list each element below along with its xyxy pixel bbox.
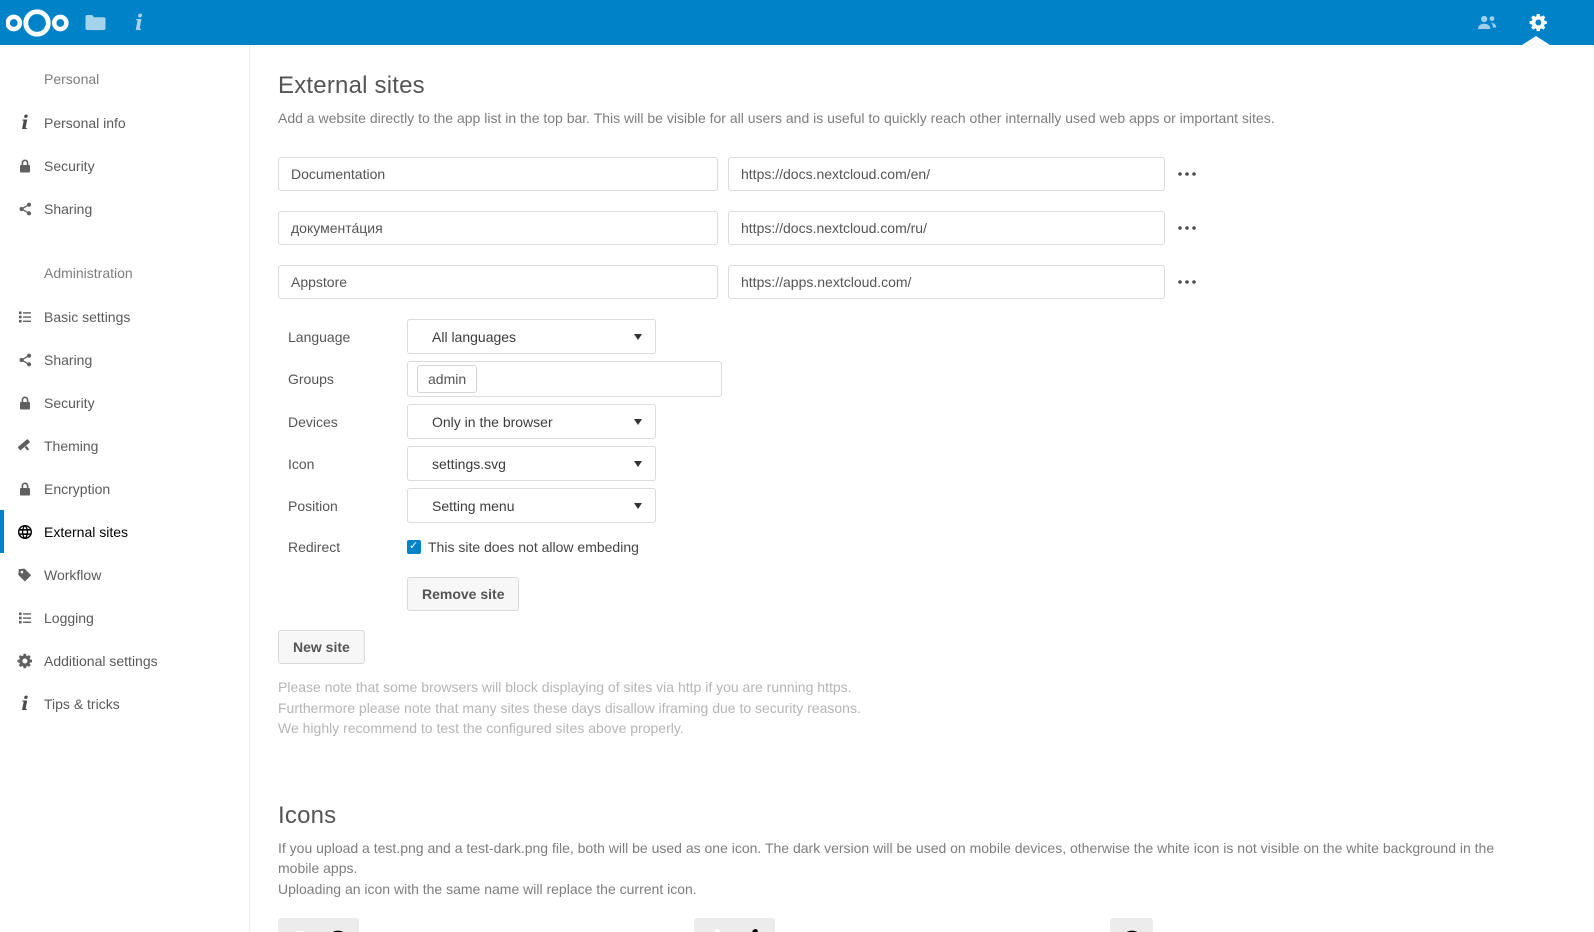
sidebar-item[interactable]: Additional settings	[0, 639, 249, 682]
external-site-info-app-icon[interactable]: i	[124, 0, 154, 45]
sidebar-item[interactable]: Encryption	[0, 467, 249, 510]
site-more-button[interactable]	[1176, 166, 1198, 182]
globe-icon	[286, 928, 313, 932]
site-more-button[interactable]	[1176, 220, 1198, 236]
position-select[interactable]: Setting menu	[407, 488, 656, 523]
redirect-checkbox-label: This site does not allow embeding	[428, 539, 639, 555]
icon-preview-box: i i	[694, 918, 775, 932]
chevron-down-icon	[634, 503, 642, 509]
sidebar-item[interactable]: External sites	[0, 510, 249, 553]
icons-section: Icons If you upload a test.png and a tes…	[278, 802, 1554, 932]
sidebar-item[interactable]: i Personal info	[0, 101, 249, 144]
info-icon: i	[16, 114, 34, 132]
contacts-menu-icon[interactable]	[1477, 15, 1498, 30]
sidebar-item[interactable]: i Tips & tricks	[0, 682, 249, 725]
icon-label: Icon	[278, 456, 407, 472]
share-icon	[16, 200, 34, 218]
header-right-icons	[1477, 13, 1594, 32]
icons-description-line: Uploading an icon with the same name wil…	[278, 879, 1518, 900]
icon-preview-box	[278, 918, 359, 932]
chevron-down-icon	[634, 419, 642, 425]
info-icon: i	[740, 928, 767, 932]
sidebar-item[interactable]: Basic settings	[0, 295, 249, 338]
globe-icon	[1118, 928, 1145, 932]
sidebar-item[interactable]: Theming	[0, 424, 249, 467]
note-line: We highly recommend to test the configur…	[278, 718, 1554, 739]
site-name-input[interactable]	[278, 211, 718, 245]
devices-select[interactable]: Only in the browser	[407, 404, 656, 439]
icon-select[interactable]: settings.svg	[407, 446, 656, 481]
position-label: Position	[278, 498, 407, 514]
group-chip[interactable]: admin	[417, 365, 477, 393]
groups-input[interactable]: admin	[407, 361, 722, 397]
sidebar-item[interactable]: Security	[0, 144, 249, 187]
note-line: Furthermore please note that many sites …	[278, 698, 1554, 719]
info-icon: i	[16, 695, 34, 713]
settings-sidebar: Personal i Personal info Security Sharin…	[0, 45, 250, 932]
chevron-down-icon	[634, 334, 642, 340]
icons-description-line: If you upload a test.png and a test-dark…	[278, 838, 1518, 879]
icon-entry: external.svg / external-dark.svg	[278, 918, 694, 932]
site-detail-form: Language All languages Groups admin Devi…	[278, 319, 1554, 611]
share-icon	[16, 351, 34, 369]
language-select[interactable]: All languages	[407, 319, 656, 354]
redirect-checkbox[interactable]	[407, 540, 421, 554]
sidebar-caption-administration: Administration	[0, 251, 249, 295]
site-row	[278, 157, 1554, 191]
icons-title: Icons	[278, 802, 1554, 830]
remove-site-button[interactable]: Remove site	[407, 577, 519, 611]
site-more-button[interactable]	[1176, 274, 1198, 290]
chevron-down-icon	[634, 461, 642, 467]
list-icon	[16, 609, 34, 627]
sidebar-item[interactable]: Sharing	[0, 338, 249, 381]
icon-entry: i i info.svg / info-dark.svg	[694, 918, 1110, 932]
globe-icon	[16, 523, 34, 541]
site-row	[278, 265, 1554, 299]
site-name-input[interactable]	[278, 265, 718, 299]
page-description: Add a website directly to the app list i…	[278, 108, 1554, 128]
globe-icon	[324, 928, 351, 932]
site-name-input[interactable]	[278, 157, 718, 191]
lock-icon	[16, 480, 34, 498]
list-icon	[16, 308, 34, 326]
new-site-button[interactable]: New site	[278, 630, 365, 664]
groups-label: Groups	[278, 371, 407, 387]
active-app-caret	[1522, 36, 1550, 45]
sidebar-item[interactable]: Sharing	[0, 187, 249, 230]
language-label: Language	[278, 329, 407, 345]
sidebar-item[interactable]: Logging	[0, 596, 249, 639]
browser-notes: Please note that some browsers will bloc…	[278, 677, 1554, 739]
devices-label: Devices	[278, 414, 407, 430]
external-sites-settings-panel: External sites Add a website directly to…	[251, 45, 1594, 932]
lock-icon	[16, 394, 34, 412]
note-line: Please note that some browsers will bloc…	[278, 677, 1554, 698]
redirect-label: Redirect	[278, 539, 407, 555]
gear-icon	[16, 652, 34, 670]
lock-icon	[16, 157, 34, 175]
sidebar-item[interactable]: Security	[0, 381, 249, 424]
tag-icon	[16, 566, 34, 584]
settings-menu-gear-icon[interactable]	[1529, 13, 1548, 32]
site-url-input[interactable]	[728, 211, 1165, 245]
sidebar-caption-personal: Personal	[0, 57, 249, 101]
site-url-input[interactable]	[728, 265, 1165, 299]
brush-icon	[16, 437, 34, 455]
site-row	[278, 211, 1554, 245]
files-app-icon[interactable]	[80, 0, 110, 45]
site-url-input[interactable]	[728, 157, 1165, 191]
sidebar-item[interactable]: Workflow	[0, 553, 249, 596]
nextcloud-logo[interactable]	[6, 6, 70, 40]
icon-entry: settings.svg	[1110, 918, 1526, 932]
info-icon: i	[702, 928, 729, 932]
page-title: External sites	[278, 72, 1554, 100]
top-header-bar: i	[0, 0, 1594, 45]
icon-preview-box	[1110, 918, 1153, 932]
